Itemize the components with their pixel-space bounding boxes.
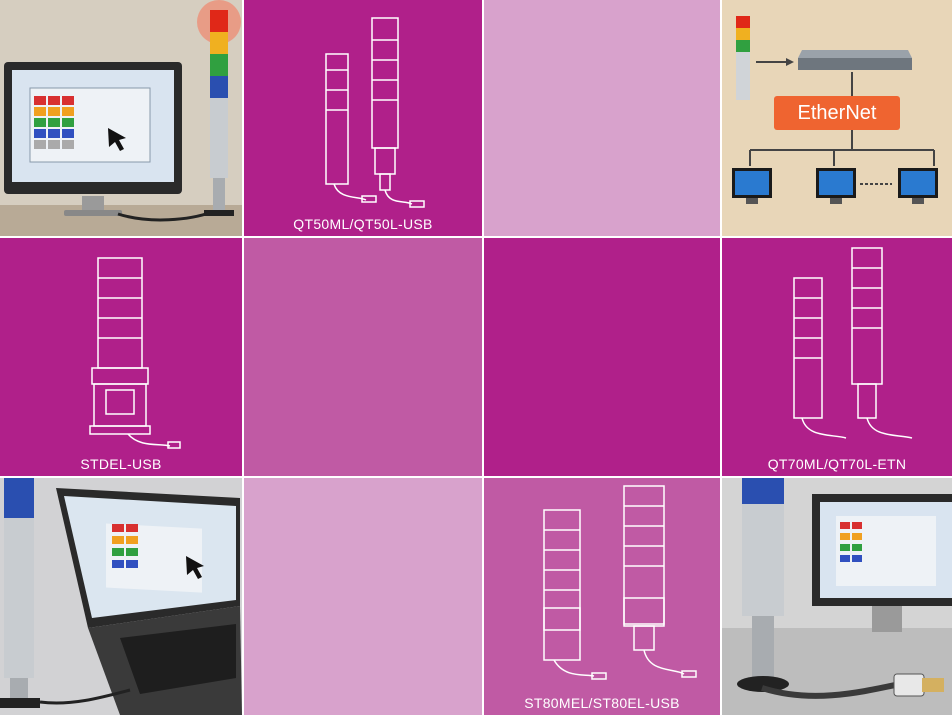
- tile-blank-3: [484, 238, 720, 476]
- tile-ethernet[interactable]: EtherNet: [722, 0, 952, 236]
- qt70-caption: QT70ML/QT70L-ETN: [767, 456, 907, 472]
- st80-tower-drawing: [543, 485, 697, 680]
- signal-tower-icon: [736, 16, 750, 100]
- monitor-ethernet-scene: [722, 478, 952, 715]
- signal-tower-icon: [0, 478, 40, 708]
- qt50-tower-drawing: [325, 17, 425, 208]
- product-grid: QT50ML/QT50L-USB EtherNet STDEL-USB QT70…: [0, 0, 952, 715]
- monitor-icon: [732, 168, 938, 204]
- tile-monitor-ethernet[interactable]: [722, 478, 952, 715]
- stdel-tower-drawing: [89, 257, 181, 449]
- network-switch-icon: [798, 50, 912, 70]
- tile-laptop-control[interactable]: [0, 478, 242, 715]
- tile-blank-4: [244, 478, 482, 715]
- tile-blank-1: [484, 0, 720, 236]
- tile-blank-2: [244, 238, 482, 476]
- monitor-icon: [4, 62, 182, 216]
- laptop-scene: [0, 478, 242, 715]
- stdel-caption: STDEL-USB: [80, 456, 162, 472]
- tile-stdel[interactable]: STDEL-USB: [0, 238, 242, 476]
- tile-qt70[interactable]: QT70ML/QT70L-ETN: [722, 238, 952, 476]
- qt70-tower-drawing: [793, 247, 913, 439]
- qt50-caption: QT50ML/QT50L-USB: [293, 216, 433, 232]
- tile-desktop-control[interactable]: [0, 0, 242, 236]
- st80-caption: ST80MEL/ST80EL-USB: [524, 695, 680, 711]
- tile-st80[interactable]: ST80MEL/ST80EL-USB: [484, 478, 720, 715]
- tile-qt50[interactable]: QT50ML/QT50L-USB: [244, 0, 482, 236]
- desktop-monitor-scene: [0, 0, 242, 236]
- ethernet-badge: EtherNet: [797, 102, 877, 124]
